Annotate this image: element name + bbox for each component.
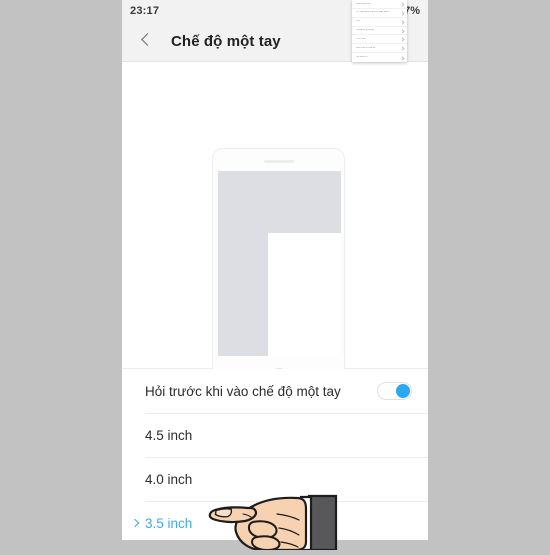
ask-before-toggle[interactable] (377, 382, 412, 400)
status-clock: 23:17 (130, 4, 160, 17)
setting-row-35-inch[interactable]: 3.5 inch (122, 501, 428, 540)
screen-root: 23:17 37% Chế độ một tay Hỏi trước khi v… (0, 0, 550, 552)
chevron-right-icon (401, 38, 404, 41)
setting-label: 4.0 inch (145, 471, 193, 487)
selected-chevron-icon (132, 518, 140, 528)
menu-item-label: Dọn rác & Cài lại (356, 46, 376, 49)
device-speaker (263, 160, 294, 163)
menu-item[interactable]: Pin (352, 18, 407, 27)
back-chevron-icon[interactable] (135, 30, 157, 52)
phone-device-illustration (212, 148, 345, 394)
menu-item-label: Thư mục (356, 38, 367, 40)
chevron-right-icon (401, 11, 404, 14)
menu-item[interactable]: Từ nghĩa & hiển thị bàn thêm (352, 9, 407, 18)
menu-item-label: Khóa ứng dụng (356, 29, 374, 32)
chevron-right-icon (401, 20, 404, 23)
setting-label: Hỏi trước khi vào chế độ một tay (145, 383, 341, 399)
menu-item[interactable]: Mở rộng sim (352, 0, 407, 9)
page-title: Chế độ một tay (171, 32, 281, 50)
dropdown-menu[interactable]: Mở rộng sim Từ nghĩa & hiển thị bàn thêm… (352, 0, 407, 62)
setting-row-40-inch[interactable]: 4.0 inch (122, 457, 428, 501)
chevron-right-icon (401, 56, 404, 59)
settings-list: Hỏi trước khi vào chế độ một tay 4.5 inc… (122, 368, 428, 540)
chevron-right-icon (401, 2, 404, 5)
menu-item-label: Về thiết bị (356, 56, 368, 59)
menu-item-label: Pin (356, 20, 360, 23)
one-handed-focus-area (268, 233, 341, 356)
menu-item[interactable]: Khóa ứng dụng (352, 27, 407, 36)
device-screen (218, 171, 341, 356)
menu-item[interactable]: Dọn rác & Cài lại (352, 44, 407, 54)
illustration-area (122, 62, 428, 394)
setting-label: 3.5 inch (145, 515, 193, 531)
chevron-right-icon (401, 47, 404, 50)
menu-item[interactable]: Thư mục (352, 35, 407, 45)
chevron-right-icon (401, 29, 404, 32)
menu-item[interactable]: Về thiết bị (352, 53, 407, 62)
menu-item-label: Từ nghĩa & hiển thị bàn thêm (356, 11, 390, 14)
setting-row-ask-before[interactable]: Hỏi trước khi vào chế độ một tay (122, 369, 428, 413)
toggle-knob (396, 384, 410, 398)
setting-label: 4.5 inch (145, 427, 193, 443)
setting-row-45-inch[interactable]: 4.5 inch (122, 413, 428, 457)
menu-item-label: Mở rộng sim (356, 2, 371, 5)
phone-viewport: 23:17 37% Chế độ một tay Hỏi trước khi v… (122, 0, 428, 540)
